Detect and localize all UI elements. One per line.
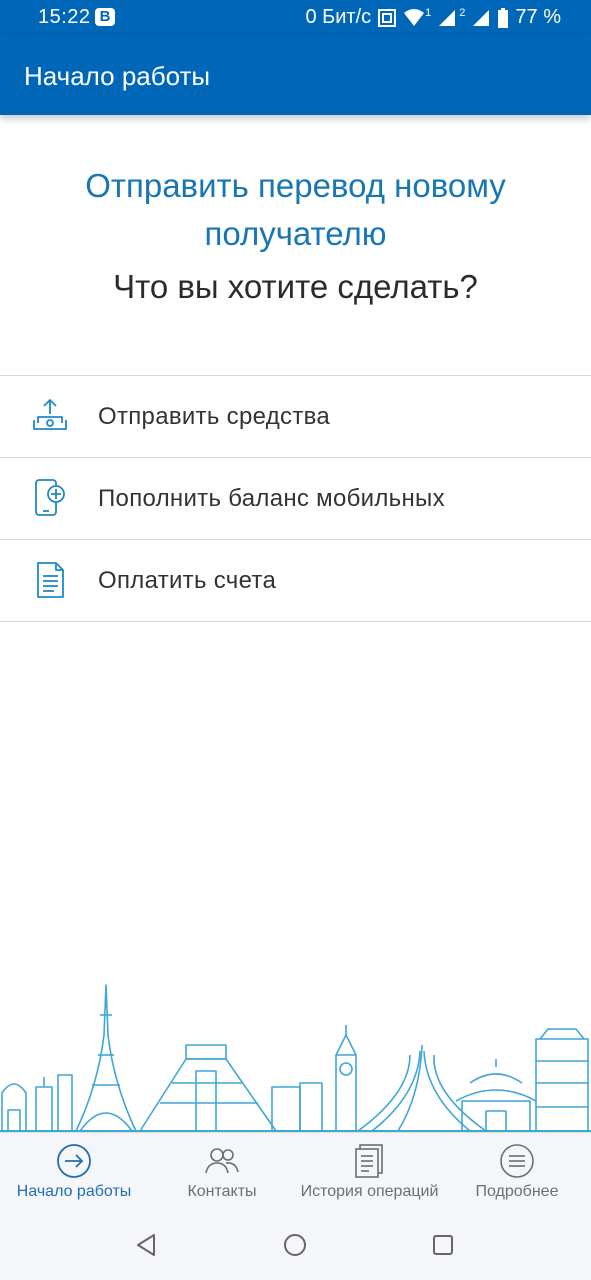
tab-home-label: Начало работы (16, 1183, 132, 1200)
back-icon[interactable] (134, 1232, 160, 1258)
battery-icon (498, 7, 509, 28)
arrow-circle-icon (57, 1144, 91, 1178)
mobile-topup-label: Пополнить баланс мобильных (98, 484, 445, 512)
tab-history[interactable]: История операций (292, 1133, 447, 1211)
status-bar: 15:22 B 0 Бит/с 1 2 77 % (0, 0, 591, 35)
bill-icon (37, 562, 64, 598)
tab-contacts[interactable]: Контакты (160, 1133, 284, 1211)
tab-more-label: Подробнее (475, 1183, 559, 1200)
home-icon[interactable] (282, 1232, 308, 1258)
battery-level: 77 % (515, 6, 561, 28)
pay-bills-label: Оплатить счета (98, 566, 277, 594)
send-money-icon (33, 399, 67, 430)
transfer-headline: Отправить перевод новому получателю (85, 167, 506, 252)
tab-home[interactable]: Начало работы (4, 1133, 144, 1211)
history-icon (354, 1144, 383, 1178)
send-money-row[interactable]: Отправить средства (0, 376, 591, 458)
sim2-indicator: 2 (459, 6, 466, 19)
menu-icon (500, 1144, 534, 1178)
nfc-icon (378, 8, 397, 27)
world-landmarks-illustration (0, 984, 591, 1132)
status-time: 15:22 (38, 6, 91, 28)
page-title: Начало работы (24, 61, 211, 91)
app-bar: Начало работы (0, 35, 591, 115)
system-navigation (0, 1210, 591, 1280)
wifi-icon (404, 8, 425, 26)
vk-notification-icon: B (95, 8, 115, 26)
sim1-indicator: 1 (425, 6, 432, 19)
signal-sim2-icon (473, 9, 490, 26)
mobile-topup-icon (35, 479, 65, 516)
bottom-navigation: Начало работы Контакты История операций (0, 1132, 591, 1211)
pay-bills-row[interactable]: Оплатить счета (0, 540, 591, 622)
mobile-topup-row[interactable]: Пополнить баланс мобильных (0, 458, 591, 540)
recents-icon[interactable] (430, 1232, 456, 1258)
signal-sim1-icon (439, 9, 456, 26)
contacts-icon (205, 1148, 239, 1174)
tab-history-label: История операций (300, 1183, 439, 1200)
question-heading: Что вы хотите сделать? (113, 268, 478, 305)
net-speed: 0 Бит/с (305, 6, 372, 28)
tab-contacts-label: Контакты (187, 1183, 257, 1200)
action-list: Отправить средства Пополнить баланс моби… (0, 375, 591, 622)
tab-more[interactable]: Подробнее (462, 1133, 572, 1211)
send-money-label: Отправить средства (98, 402, 331, 430)
status-right: 0 Бит/с 1 2 77 % (305, 6, 561, 29)
